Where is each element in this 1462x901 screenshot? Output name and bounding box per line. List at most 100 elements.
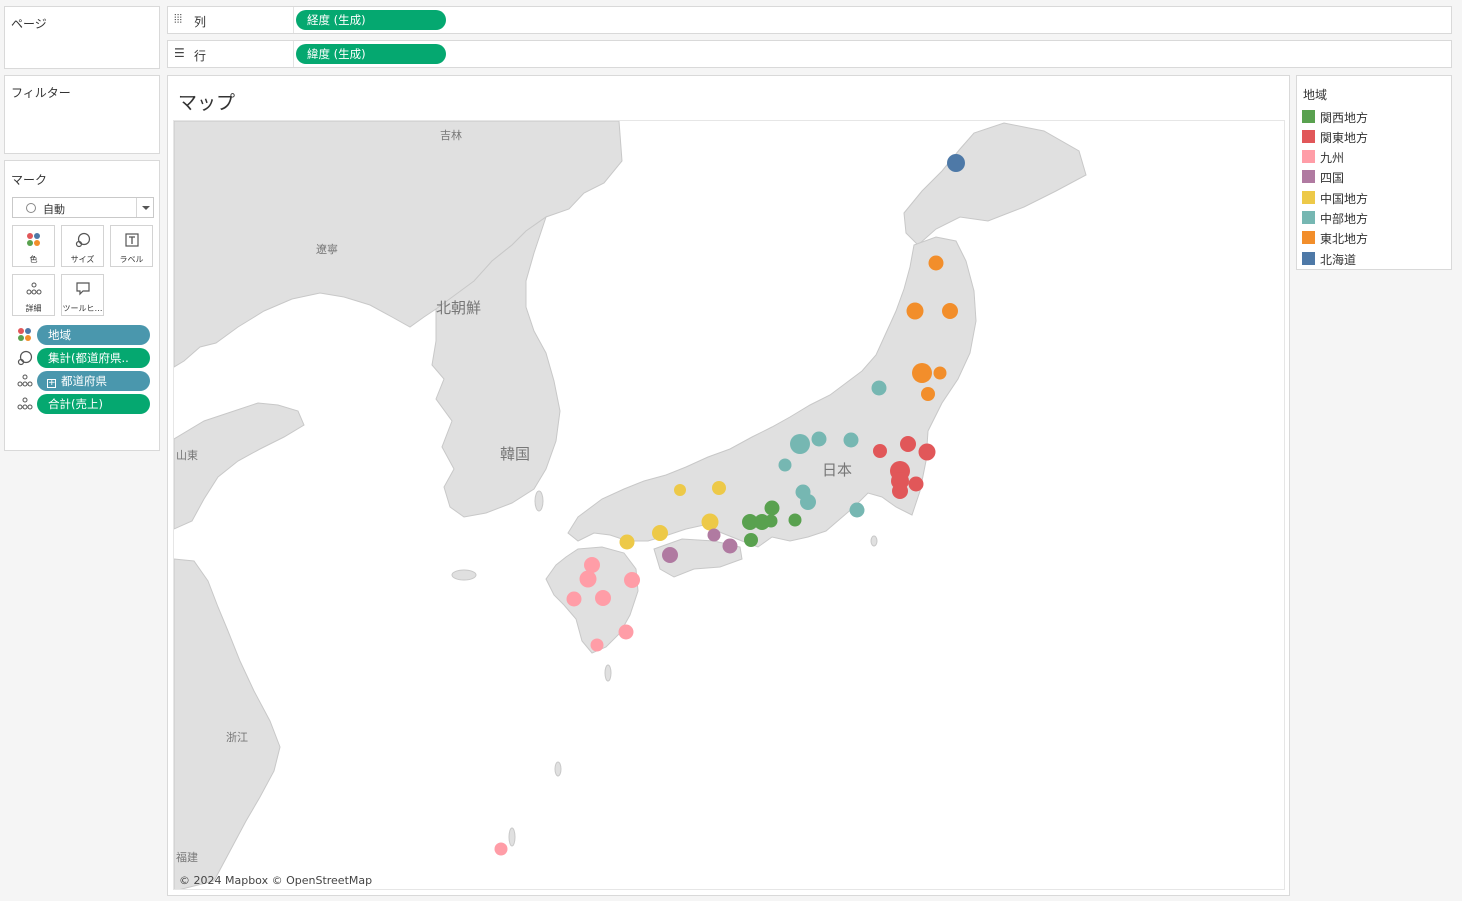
size-button[interactable]: サイズ <box>61 225 104 267</box>
prefecture-mark[interactable] <box>811 431 827 447</box>
tooltip-icon <box>62 281 103 297</box>
legend-label: 四国 <box>1320 171 1345 185</box>
prefecture-mark[interactable] <box>871 380 887 396</box>
land-okinawa <box>508 827 516 847</box>
map-label-fujian: 福建 <box>176 850 198 864</box>
mark-type-dropdown[interactable]: 自動 <box>12 197 154 218</box>
prefecture-mark[interactable] <box>764 514 778 528</box>
color-button[interactable]: 色 <box>12 225 55 267</box>
count-prefecture-pill[interactable]: 集計(都道府県.. <box>37 348 150 368</box>
chevron-down-icon[interactable] <box>136 198 153 217</box>
tooltip-button[interactable]: ツールヒ… <box>61 274 104 316</box>
prefecture-mark[interactable] <box>566 591 582 607</box>
detail-icon <box>17 396 33 412</box>
filters-card[interactable]: フィルター <box>4 75 160 154</box>
prefecture-mark[interactable] <box>900 436 916 452</box>
prefecture-mark[interactable] <box>744 533 758 547</box>
legend-swatch <box>1302 170 1315 183</box>
prefecture-mark[interactable] <box>652 525 668 541</box>
prefecture-mark[interactable] <box>800 494 816 510</box>
legend-label: 中国地方 <box>1320 192 1369 206</box>
rows-shelf[interactable]: ☰ 行 緯度 (生成) <box>167 40 1452 68</box>
prefecture-mark[interactable] <box>849 502 865 518</box>
prefecture-mark[interactable] <box>947 154 965 172</box>
mark-type-value: 自動 <box>43 203 65 216</box>
prefecture-mark[interactable] <box>624 572 640 588</box>
prefecture-mark[interactable] <box>584 557 600 573</box>
legend-label: 中部地方 <box>1320 212 1369 226</box>
prefecture-mark[interactable] <box>873 444 887 458</box>
prefecture-mark[interactable] <box>590 638 604 652</box>
prefecture-mark[interactable] <box>712 481 726 495</box>
prefecture-mark[interactable] <box>595 590 611 606</box>
prefecture-mark[interactable] <box>619 534 635 550</box>
prefecture-mark[interactable] <box>908 476 924 492</box>
shelf-divider <box>293 7 294 33</box>
color-icon <box>17 327 33 343</box>
prefecture-mark[interactable] <box>906 302 924 320</box>
prefecture-mark[interactable] <box>790 434 810 454</box>
prefecture-mark[interactable] <box>618 624 634 640</box>
map-view[interactable]: 吉林 遼寧 北朝鮮 韓国 日本 山東 浙江 福建 © 2024 Mapbox ©… <box>173 120 1285 890</box>
prefecture-mark[interactable] <box>788 513 802 527</box>
prefecture-mark[interactable] <box>933 366 947 380</box>
prefecture-pill-label: 都道府県 <box>61 374 107 388</box>
detail-label: 詳細 <box>25 304 42 313</box>
size-icon <box>62 232 103 248</box>
map-attribution[interactable]: © 2024 Mapbox © OpenStreetMap <box>179 874 372 887</box>
legend-title: 地域 <box>1303 88 1328 102</box>
map-worksheet: マップ 吉林 遼寧 北朝鮮 韓国 日本 山東 浙江 福建 © 2024 Mapb… <box>167 75 1290 896</box>
sum-sales-pill[interactable]: 合計(売上) <box>37 394 150 414</box>
columns-icon: ⦙⦙⦙ <box>174 12 183 26</box>
columns-label: 列 <box>194 15 207 29</box>
prefecture-mark[interactable] <box>778 458 792 472</box>
land-hokkaido <box>903 122 1087 246</box>
latitude-pill[interactable]: 緯度 (生成) <box>296 44 446 64</box>
pages-card[interactable]: ページ <box>4 6 160 69</box>
prefecture-mark[interactable] <box>701 513 719 531</box>
label-button[interactable]: ラベル <box>110 225 153 267</box>
columns-shelf[interactable]: ⦙⦙⦙ 列 経度 (生成) <box>167 6 1452 34</box>
tooltip-label: ツールヒ… <box>62 304 103 313</box>
marks-card: マーク 自動 色 サイズ ラベル 詳細 ツールヒ… 地域 集計(都道府県.. +… <box>4 160 160 451</box>
prefecture-mark[interactable] <box>494 842 508 856</box>
prefecture-pill[interactable]: + 都道府県 <box>37 371 150 391</box>
legend-swatch <box>1302 211 1315 224</box>
detail-button[interactable]: 詳細 <box>12 274 55 316</box>
prefecture-mark[interactable] <box>912 363 932 383</box>
map-label-shandong: 山東 <box>176 449 198 462</box>
prefecture-mark[interactable] <box>722 538 738 554</box>
map-label-liaoning: 遼寧 <box>316 242 338 256</box>
legend-swatch <box>1302 231 1315 244</box>
prefecture-mark[interactable] <box>579 570 597 588</box>
expand-icon[interactable]: + <box>47 379 56 388</box>
prefecture-mark[interactable] <box>918 443 936 461</box>
longitude-pill[interactable]: 経度 (生成) <box>296 10 446 30</box>
land-jeju <box>451 569 477 581</box>
prefecture-mark[interactable] <box>764 500 780 516</box>
rows-icon: ☰ <box>174 46 185 60</box>
prefecture-mark[interactable] <box>921 387 935 401</box>
region-pill[interactable]: 地域 <box>37 325 150 345</box>
detail-icon <box>17 373 33 389</box>
color-legend: 地域 関西地方 関東地方 九州 四国 中国地方 中部地方 東北地方 北海道 <box>1296 75 1452 270</box>
filters-title: フィルター <box>11 86 71 100</box>
color-icon <box>13 232 54 248</box>
prefecture-mark[interactable] <box>674 484 686 496</box>
size-label: サイズ <box>70 255 95 264</box>
map-canvas[interactable]: 吉林 遼寧 北朝鮮 韓国 日本 山東 浙江 福建 <box>174 121 1285 890</box>
prefecture-mark[interactable] <box>928 255 944 271</box>
prefecture-mark[interactable] <box>942 303 958 319</box>
map-label-north-korea: 北朝鮮 <box>436 299 481 317</box>
legend-swatch <box>1302 130 1315 143</box>
pages-title: ページ <box>11 17 47 31</box>
legend-swatch <box>1302 110 1315 123</box>
prefecture-mark[interactable] <box>892 483 908 499</box>
legend-label: 関西地方 <box>1320 111 1369 125</box>
shelf-divider <box>293 41 294 67</box>
legend-header[interactable]: 地域 <box>1297 76 1451 106</box>
prefecture-mark[interactable] <box>662 547 678 563</box>
land-tanegashima <box>604 664 612 682</box>
prefecture-mark[interactable] <box>843 432 859 448</box>
prefecture-mark[interactable] <box>707 528 721 542</box>
